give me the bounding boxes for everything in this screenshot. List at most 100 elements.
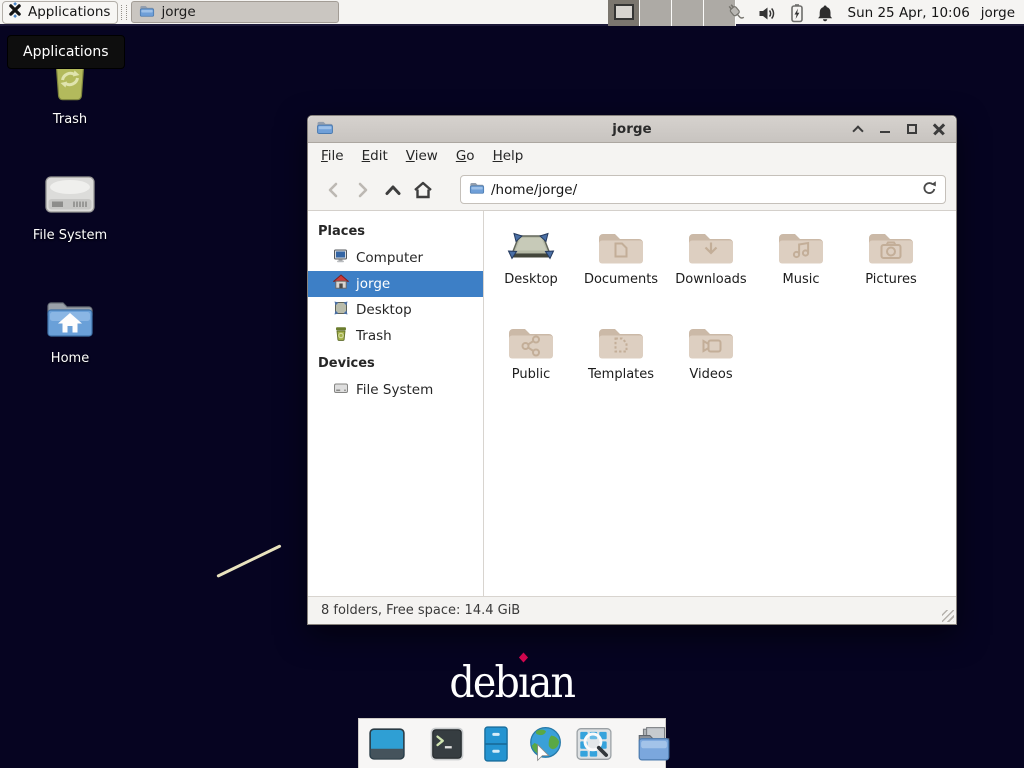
directory-menu-button[interactable] <box>635 725 673 763</box>
shade-button[interactable] <box>849 120 867 138</box>
desktop-icon-file-system[interactable]: File System <box>20 172 120 243</box>
user-home-icon <box>333 274 349 294</box>
panel-username[interactable]: jorge <box>981 5 1015 21</box>
applications-tooltip: Applications <box>7 35 125 69</box>
file-item-label: Downloads <box>675 272 746 287</box>
file-item-documents[interactable]: Documents <box>576 227 666 322</box>
statusbar: 8 folders, Free space: 14.4 GiB <box>308 596 956 624</box>
app-finder-icon <box>575 725 613 763</box>
panel-separator-grip[interactable] <box>121 5 127 20</box>
web-browser-launcher[interactable] <box>526 725 564 763</box>
forward-button[interactable] <box>348 175 378 205</box>
applications-menu-button[interactable]: Applications <box>2 1 118 24</box>
toolbar <box>308 169 956 211</box>
file-item-label: Pictures <box>865 272 916 287</box>
battery-icon[interactable] <box>787 3 805 23</box>
desktop-icon <box>333 300 349 320</box>
app-finder-launcher[interactable] <box>575 725 613 763</box>
file-item-label: Videos <box>689 367 732 382</box>
debian-logo: debıan <box>0 658 1024 708</box>
location-bar[interactable] <box>460 175 946 204</box>
sidebar-heading-places: Places <box>308 217 483 245</box>
notification-bell-icon[interactable] <box>816 4 834 23</box>
home-folder-icon <box>45 297 95 345</box>
sidebar-item-trash[interactable]: Trash <box>308 323 483 349</box>
desktop-icon-label: Trash <box>53 112 87 127</box>
icon-view[interactable]: Desktop Documents Downloads Music Pictur… <box>484 211 956 596</box>
file-manager-window: jorge File Edit View Go Help <box>307 115 957 625</box>
taskbar-window-button[interactable]: jorge <box>131 1 339 23</box>
maximize-button[interactable] <box>903 120 921 138</box>
folder-icon <box>139 3 155 22</box>
file-item-templates[interactable]: Templates <box>576 322 666 417</box>
wallpaper-swirl-line <box>216 544 281 578</box>
file-item-music[interactable]: Music <box>756 227 846 322</box>
sidebar-item-computer[interactable]: Computer <box>308 245 483 271</box>
desktop-icon-home[interactable]: Home <box>20 297 120 366</box>
folder-icon <box>469 180 485 199</box>
open-folder-icon <box>635 725 673 763</box>
path-input[interactable] <box>491 182 916 198</box>
minimize-button[interactable] <box>876 120 894 138</box>
file-item-label: Documents <box>584 272 658 287</box>
trash-icon <box>333 326 349 346</box>
file-item-downloads[interactable]: Downloads <box>666 227 756 322</box>
file-item-label: Public <box>512 367 550 382</box>
sidebar: Places Computer <box>308 211 484 596</box>
panel-clock[interactable]: Sun 25 Apr, 10:06 <box>848 5 970 21</box>
show-desktop-icon <box>368 725 406 763</box>
workspace-pager <box>608 0 736 26</box>
desktop-icon-label: File System <box>33 228 107 243</box>
resize-grip[interactable] <box>942 610 954 622</box>
file-item-label: Desktop <box>504 272 558 287</box>
dock <box>358 718 666 768</box>
computer-icon <box>333 248 349 268</box>
file-manager-launcher[interactable] <box>477 725 515 763</box>
applications-menu-label: Applications <box>28 4 110 20</box>
file-cabinet-icon <box>477 725 515 763</box>
hard-drive-icon <box>333 380 349 400</box>
up-button[interactable] <box>378 175 408 205</box>
sidebar-item-label: File System <box>356 382 433 398</box>
taskbar-window-label: jorge <box>161 4 195 20</box>
sidebar-item-file-system[interactable]: File System <box>308 377 483 403</box>
workspace-window-thumb <box>614 4 634 20</box>
file-item-label: Templates <box>588 367 654 382</box>
sidebar-item-label: Desktop <box>356 302 412 318</box>
menu-file[interactable]: File <box>312 144 353 168</box>
file-item-videos[interactable]: Videos <box>666 322 756 417</box>
sidebar-item-jorge[interactable]: jorge <box>308 271 483 297</box>
menu-go[interactable]: Go <box>447 144 484 168</box>
home-button[interactable] <box>408 175 438 205</box>
menu-help[interactable]: Help <box>484 144 533 168</box>
web-browser-globe-icon <box>526 725 564 763</box>
file-item-pictures[interactable]: Pictures <box>846 227 936 322</box>
menu-view[interactable]: View <box>397 144 447 168</box>
xfce-menu-icon <box>7 2 23 22</box>
sidebar-item-label: jorge <box>356 276 390 292</box>
power-adapter-icon[interactable] <box>725 3 746 24</box>
show-desktop-button[interactable] <box>368 725 406 763</box>
workspace-2[interactable] <box>640 0 672 26</box>
sidebar-item-label: Trash <box>356 328 392 344</box>
file-item-public[interactable]: Public <box>486 322 576 417</box>
workspace-3[interactable] <box>672 0 704 26</box>
sidebar-item-desktop[interactable]: Desktop <box>308 297 483 323</box>
reload-icon[interactable] <box>922 180 937 200</box>
top-panel: Applications jorge <box>0 0 1024 26</box>
file-item-desktop[interactable]: Desktop <box>486 227 576 322</box>
sidebar-heading-devices: Devices <box>308 349 483 377</box>
status-text: 8 folders, Free space: 14.4 GiB <box>321 603 520 618</box>
file-item-label: Music <box>783 272 820 287</box>
system-tray: Sun 25 Apr, 10:06 jorge <box>725 0 1024 26</box>
sidebar-item-label: Computer <box>356 250 423 266</box>
back-button[interactable] <box>318 175 348 205</box>
menu-edit[interactable]: Edit <box>353 144 397 168</box>
terminal-icon <box>428 725 466 763</box>
close-button[interactable] <box>930 120 948 138</box>
terminal-launcher[interactable] <box>428 725 466 763</box>
window-titlebar[interactable]: jorge <box>308 116 956 143</box>
workspace-1[interactable] <box>608 0 640 26</box>
volume-icon[interactable] <box>757 4 776 23</box>
hard-drive-icon <box>43 172 97 222</box>
